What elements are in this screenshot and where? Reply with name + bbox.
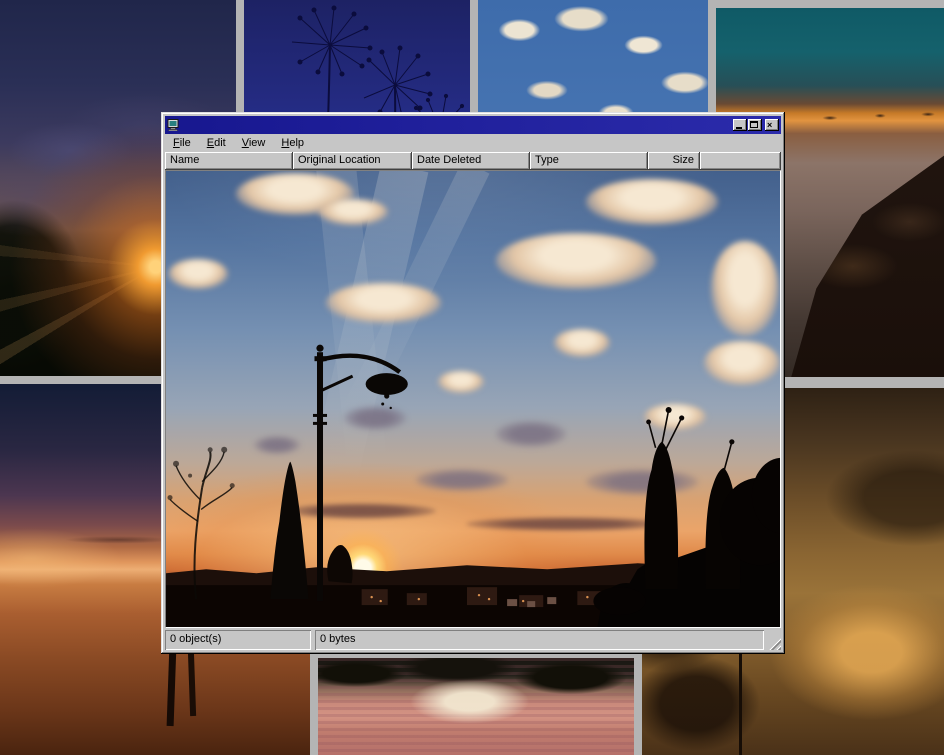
column-header-original-location[interactable]: Original Location — [293, 152, 412, 170]
titlebar[interactable]: × — [165, 116, 781, 134]
status-byte-count: 0 bytes — [315, 630, 764, 650]
wallpaper-tile-water-reflection — [318, 658, 634, 755]
column-header-date-deleted[interactable]: Date Deleted — [412, 152, 530, 170]
minimize-icon — [736, 127, 742, 129]
lake-pole — [188, 650, 196, 716]
resize-grip[interactable] — [768, 637, 781, 650]
menu-view[interactable]: View — [235, 135, 275, 151]
column-header-type[interactable]: Type — [530, 152, 648, 170]
column-header-size[interactable]: Size — [648, 152, 700, 170]
sunset-photo-background — [166, 171, 780, 627]
column-header-name[interactable]: Name — [165, 152, 293, 170]
close-icon: × — [767, 120, 772, 130]
screen: { "desktop": { "tiles": [ {"name": "suns… — [0, 0, 944, 755]
silhouette-layer — [166, 171, 780, 627]
minimize-button[interactable] — [733, 119, 747, 131]
file-list-view[interactable] — [165, 170, 781, 628]
recycle-bin-window: × File Edit View Help Name Original Loca… — [161, 112, 785, 654]
status-bar: 0 object(s) 0 bytes — [165, 630, 781, 650]
close-button[interactable]: × — [765, 119, 779, 131]
lake-pole — [167, 646, 177, 726]
status-object-count: 0 object(s) — [165, 630, 311, 650]
column-header-row: Name Original Location Date Deleted Type… — [165, 152, 781, 170]
maximize-icon — [750, 121, 758, 128]
menu-edit[interactable]: Edit — [200, 135, 235, 151]
menu-file[interactable]: File — [166, 135, 200, 151]
computer-icon[interactable] — [167, 119, 179, 131]
menu-bar: File Edit View Help — [165, 134, 781, 152]
maximize-button[interactable] — [748, 119, 762, 131]
menu-help[interactable]: Help — [274, 135, 313, 151]
column-header-blank[interactable] — [700, 152, 781, 170]
